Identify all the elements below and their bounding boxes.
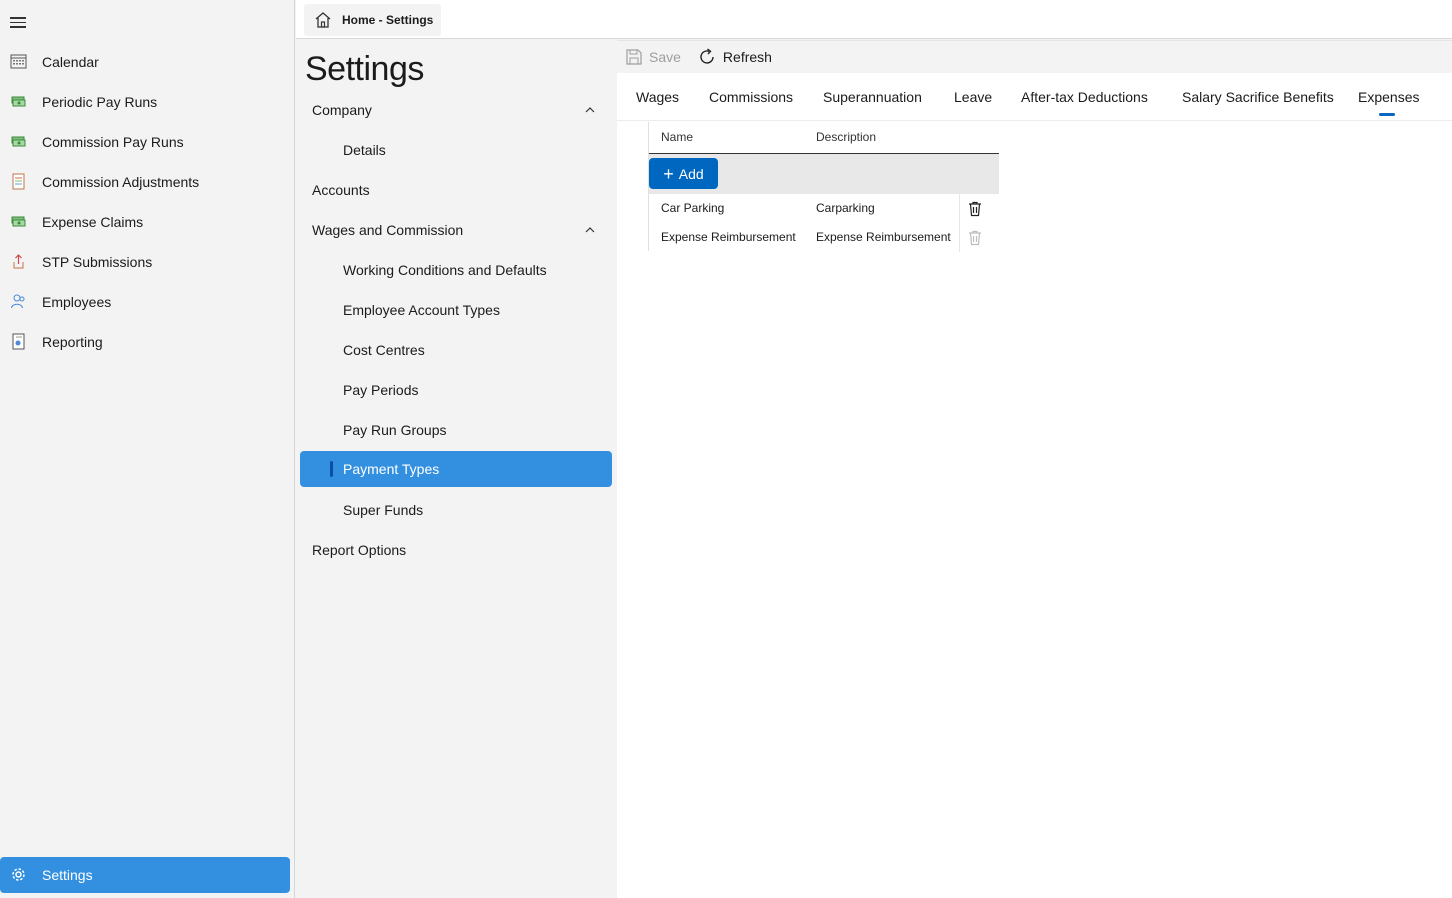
nav-item-employees[interactable]: Employees	[0, 284, 290, 320]
nav-item-commission-pay-runs[interactable]: Commission Pay Runs	[0, 124, 290, 160]
calendar-icon	[10, 53, 27, 70]
breadcrumb-bar: Home - Settings	[296, 0, 1452, 39]
page-title: Settings	[305, 50, 424, 88]
cell-name[interactable]: Expense Reimbursement	[661, 230, 796, 244]
tab-salary-sacrifice-benefits[interactable]: Salary Sacrifice Benefits	[1182, 89, 1334, 105]
add-label: Add	[678, 165, 704, 182]
tree-item-label: Details	[343, 142, 386, 158]
tree-item-payment-types[interactable]: Payment Types	[300, 451, 612, 487]
tree-item-employee-account-types[interactable]: Employee Account Types	[300, 292, 612, 328]
chevron-up-icon[interactable]	[584, 224, 596, 236]
tree-item-label: Report Options	[312, 542, 407, 558]
delete-row-button[interactable]	[959, 223, 991, 252]
navigation-pane: Calendar Periodic Pay Runs Commission Pa…	[0, 0, 295, 898]
column-header-name[interactable]: Name	[661, 130, 693, 144]
tab-superannuation[interactable]: Superannuation	[823, 89, 922, 105]
nav-item-label: Settings	[42, 867, 93, 883]
gear-icon	[10, 866, 27, 883]
add-row: + Add	[649, 154, 999, 194]
money-stack-icon	[10, 213, 27, 230]
tab-commissions[interactable]: Commissions	[709, 89, 793, 105]
upload-doc-icon	[10, 253, 27, 270]
settings-tree-pane: Settings Company Details Accounts Wages …	[296, 40, 617, 898]
nav-item-label: Commission Pay Runs	[42, 134, 184, 150]
selection-indicator	[330, 461, 333, 477]
tree-item-super-funds[interactable]: Super Funds	[300, 492, 612, 528]
tab-expenses[interactable]: Expenses	[1358, 89, 1419, 105]
refresh-label: Refresh	[722, 49, 772, 65]
adjustments-doc-icon	[10, 173, 27, 190]
nav-item-label: Employees	[42, 294, 112, 310]
report-icon	[10, 333, 27, 350]
money-stack-icon	[10, 93, 27, 110]
nav-item-stp-submissions[interactable]: STP Submissions	[0, 244, 290, 280]
breadcrumb[interactable]: Home - Settings	[304, 4, 442, 36]
tree-item-label: Super Funds	[343, 502, 424, 518]
tree-item-label: Cost Centres	[343, 342, 425, 358]
add-button[interactable]: + Add	[649, 158, 718, 189]
tree-item-label: Payment Types	[343, 461, 440, 477]
save-label: Save	[649, 49, 681, 65]
nav-item-label: Expense Claims	[42, 214, 144, 230]
people-icon	[10, 293, 27, 310]
tree-item-label: Wages and Commission	[312, 222, 464, 238]
command-bar: Save Refresh	[617, 41, 1452, 73]
tab-leave[interactable]: Leave	[954, 89, 992, 105]
nav-item-calendar[interactable]: Calendar	[0, 44, 290, 80]
tree-item-wages-and-commission[interactable]: Wages and Commission	[300, 212, 612, 248]
tree-item-label: Pay Periods	[343, 382, 419, 398]
tree-item-pay-run-groups[interactable]: Pay Run Groups	[300, 412, 612, 448]
column-header-description[interactable]: Description	[816, 130, 876, 144]
grid-header: Name Description	[649, 122, 999, 154]
chevron-up-icon[interactable]	[584, 104, 596, 116]
tree-item-cost-centres[interactable]: Cost Centres	[300, 332, 612, 368]
active-tab-indicator	[1379, 113, 1395, 116]
nav-item-label: Periodic Pay Runs	[42, 94, 158, 110]
hamburger-menu-icon[interactable]	[10, 14, 28, 30]
delete-row-button[interactable]	[959, 194, 991, 223]
trash-icon	[969, 201, 981, 216]
tree-item-company[interactable]: Company	[300, 92, 612, 128]
save-button[interactable]: Save	[617, 41, 689, 73]
home-icon	[315, 12, 331, 28]
refresh-icon	[700, 48, 714, 64]
trash-icon	[969, 230, 981, 245]
nav-item-label: Reporting	[42, 334, 103, 350]
tab-wages[interactable]: Wages	[636, 89, 679, 105]
tree-item-working-conditions[interactable]: Working Conditions and Defaults	[300, 252, 612, 288]
payment-type-tabs: Wages Commissions Superannuation Leave A…	[617, 83, 1452, 121]
tree-item-details[interactable]: Details	[300, 132, 612, 168]
column-divider	[959, 194, 960, 252]
cell-description[interactable]: Expense Reimbursement	[816, 230, 951, 244]
breadcrumb-text: Home - Settings	[342, 13, 434, 27]
nav-item-settings[interactable]: Settings	[0, 857, 290, 893]
cell-description[interactable]: Carparking	[816, 201, 875, 215]
tree-item-report-options[interactable]: Report Options	[300, 532, 612, 568]
tree-item-label: Accounts	[312, 182, 370, 198]
nav-item-reporting[interactable]: Reporting	[0, 324, 290, 360]
money-stack-icon	[10, 133, 27, 150]
tree-item-label: Employee Account Types	[343, 302, 500, 318]
main-content: Save Refresh Wages Commissions Superannu…	[617, 40, 1452, 898]
cell-name[interactable]: Car Parking	[661, 201, 724, 215]
nav-item-periodic-pay-runs[interactable]: Periodic Pay Runs	[0, 84, 290, 120]
refresh-button[interactable]: Refresh	[689, 41, 780, 73]
nav-item-label: Calendar	[42, 54, 99, 70]
plus-icon: +	[663, 163, 674, 184]
tree-item-label: Pay Run Groups	[343, 422, 447, 438]
tree-item-label: Company	[312, 102, 372, 118]
save-icon	[626, 49, 642, 65]
nav-item-commission-adjustments[interactable]: Commission Adjustments	[0, 164, 290, 200]
nav-item-label: Commission Adjustments	[42, 174, 200, 190]
nav-item-label: STP Submissions	[42, 254, 153, 270]
tree-item-pay-periods[interactable]: Pay Periods	[300, 372, 612, 408]
tree-item-label: Working Conditions and Defaults	[343, 262, 547, 278]
table-row[interactable]: Car Parking Carparking	[617, 194, 999, 223]
tab-after-tax-deductions[interactable]: After-tax Deductions	[1021, 89, 1148, 105]
nav-item-expense-claims[interactable]: Expense Claims	[0, 204, 290, 240]
tree-item-accounts[interactable]: Accounts	[300, 172, 612, 208]
table-row[interactable]: Expense Reimbursement Expense Reimbursem…	[617, 223, 999, 252]
